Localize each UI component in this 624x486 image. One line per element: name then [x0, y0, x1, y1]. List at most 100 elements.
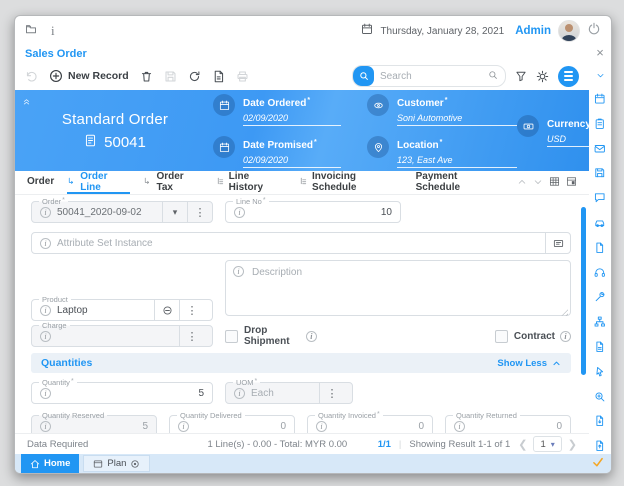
quantity-reserved-field[interactable]: Quantity Reserved i 5 — [31, 415, 157, 433]
charge-field[interactable]: Charge i ⋮ — [31, 325, 213, 347]
tab-invoicing-schedule[interactable]: Invoicing Schedule — [299, 171, 403, 194]
next-page-icon[interactable]: ❯ — [568, 438, 577, 451]
close-icon[interactable]: × — [596, 46, 604, 60]
quantity-invoiced-field[interactable]: Quantity Invoiced* i 0 — [307, 415, 433, 433]
currency-field[interactable]: Currency* USD — [517, 114, 595, 147]
taskbar-tab-home[interactable]: Home — [21, 454, 79, 473]
description-field: i — [225, 260, 571, 321]
customer-value[interactable]: Soni Automotive — [397, 111, 517, 126]
refresh-icon[interactable] — [188, 70, 201, 83]
new-record-button[interactable]: New Record — [49, 69, 129, 83]
location-value[interactable]: 123, East Ave — [397, 153, 517, 168]
uom-field[interactable]: UOM* i Each ⋮ — [225, 382, 353, 404]
money-icon — [517, 115, 539, 137]
line-no-field[interactable]: Line No* i — [225, 201, 401, 223]
order-more-button[interactable]: ⋮ — [187, 202, 212, 222]
currency-value[interactable]: USD — [547, 132, 595, 147]
headset-icon[interactable] — [594, 265, 606, 283]
product-info-button[interactable] — [154, 300, 179, 320]
undo-icon[interactable] — [25, 70, 38, 83]
line-no-input[interactable] — [251, 207, 392, 218]
quantities-toggle[interactable]: Show Less — [497, 358, 561, 369]
date-ordered-field[interactable]: Date Ordered* 02/09/2020 — [213, 93, 341, 126]
contract-checkbox[interactable] — [495, 330, 508, 343]
drop-shipment-checkbox[interactable] — [225, 330, 238, 343]
save-icon[interactable] — [594, 166, 606, 184]
file-import-icon[interactable] — [594, 414, 606, 432]
collapse-header-icon[interactable] — [22, 93, 31, 111]
info-icon[interactable]: i — [51, 23, 55, 39]
attribute-set-instance-input[interactable] — [57, 238, 545, 249]
clipboard-icon[interactable] — [594, 116, 606, 134]
quantity-returned-field[interactable]: Quantity Returned i 0 — [445, 415, 571, 433]
current-date: Thursday, January 28, 2021 — [380, 26, 504, 37]
date-promised-value[interactable]: 02/09/2020 — [243, 153, 341, 168]
uom-more-button[interactable]: ⋮ — [319, 383, 344, 403]
page-title: Sales Order — [25, 48, 87, 60]
magnifier-icon[interactable] — [488, 67, 498, 85]
file-icon[interactable] — [594, 340, 606, 358]
quantity-input[interactable] — [57, 388, 204, 399]
power-icon[interactable] — [587, 22, 601, 41]
order-dropdown-button[interactable]: ▾ — [162, 202, 187, 222]
record-up-icon[interactable] — [517, 174, 527, 192]
calendar-icon — [213, 94, 235, 116]
cursor-icon[interactable] — [594, 364, 606, 382]
attribute-editor-button[interactable] — [545, 233, 570, 253]
avatar[interactable] — [558, 20, 580, 42]
product-field[interactable]: Product i ⋮ — [31, 299, 213, 321]
print-icon[interactable] — [236, 70, 249, 83]
info-icon: i — [233, 266, 244, 277]
date-promised-field[interactable]: Date Promised* 02/09/2020 — [213, 135, 341, 168]
sitemap-icon[interactable] — [594, 315, 606, 333]
info-icon: i — [40, 331, 51, 342]
document-icon[interactable] — [594, 240, 606, 258]
product-more-button[interactable]: ⋮ — [179, 300, 204, 320]
quantity-delivered-field[interactable]: Quantity Delivered i 0 — [169, 415, 295, 433]
search-input[interactable] — [374, 71, 488, 82]
tab-payment-schedule[interactable]: Payment Schedule — [416, 171, 504, 194]
description-input[interactable] — [225, 260, 571, 316]
gear-icon[interactable] — [536, 70, 549, 83]
user-name[interactable]: Admin — [515, 25, 551, 37]
page-indicator: 1/1 — [378, 439, 391, 450]
car-icon[interactable] — [594, 216, 606, 234]
zoom-in-icon[interactable] — [594, 389, 606, 407]
record-down-icon[interactable] — [533, 174, 543, 192]
save-icon[interactable] — [164, 70, 177, 83]
location-field[interactable]: Location* 123, East Ave — [367, 135, 517, 168]
product-input[interactable] — [57, 305, 154, 316]
tab-order-line[interactable]: Order Line — [67, 171, 130, 194]
folder-icon[interactable] — [25, 22, 37, 40]
quantities-section-header: Quantities Show Less — [31, 353, 571, 373]
charge-more-button[interactable]: ⋮ — [179, 326, 204, 346]
form-view-icon[interactable] — [566, 174, 577, 192]
vertical-scrollbar[interactable] — [581, 207, 586, 375]
quantity-field[interactable]: Quantity* i — [31, 382, 213, 404]
filter-icon[interactable] — [515, 70, 527, 82]
date-ordered-value[interactable]: 02/09/2020 — [243, 111, 341, 126]
delete-icon[interactable] — [140, 70, 153, 83]
attribute-set-instance-field[interactable]: i — [31, 232, 571, 254]
order-field[interactable]: Order* i 50041_2020-09-02 ▾ ⋮ — [31, 201, 213, 223]
hamburger-menu-icon[interactable] — [558, 66, 579, 87]
tab-order-tax[interactable]: Order Tax — [143, 171, 202, 194]
wrench-icon[interactable] — [594, 290, 606, 308]
tab-line-history[interactable]: Line History — [216, 171, 286, 194]
prev-page-icon[interactable]: ❮ — [518, 438, 527, 451]
page-select[interactable]: 1▾ — [533, 436, 561, 452]
order-value: 50041_2020-09-02 — [57, 207, 142, 218]
search-box — [352, 65, 506, 87]
confirm-check-icon[interactable] — [592, 455, 604, 473]
customer-field[interactable]: Customer* Soni Automotive — [367, 93, 517, 126]
info-icon: i — [316, 421, 327, 432]
info-icon: i — [40, 305, 51, 316]
chat-icon[interactable] — [594, 191, 606, 209]
tab-order[interactable]: Order — [27, 171, 54, 194]
taskbar-tab-plan[interactable]: Plan — [83, 455, 150, 472]
grid-view-icon[interactable] — [549, 174, 560, 192]
export-document-icon[interactable] — [212, 70, 225, 83]
chevron-down-icon[interactable] — [596, 67, 605, 85]
calendar-icon[interactable] — [594, 92, 606, 110]
mail-icon[interactable] — [594, 141, 606, 159]
